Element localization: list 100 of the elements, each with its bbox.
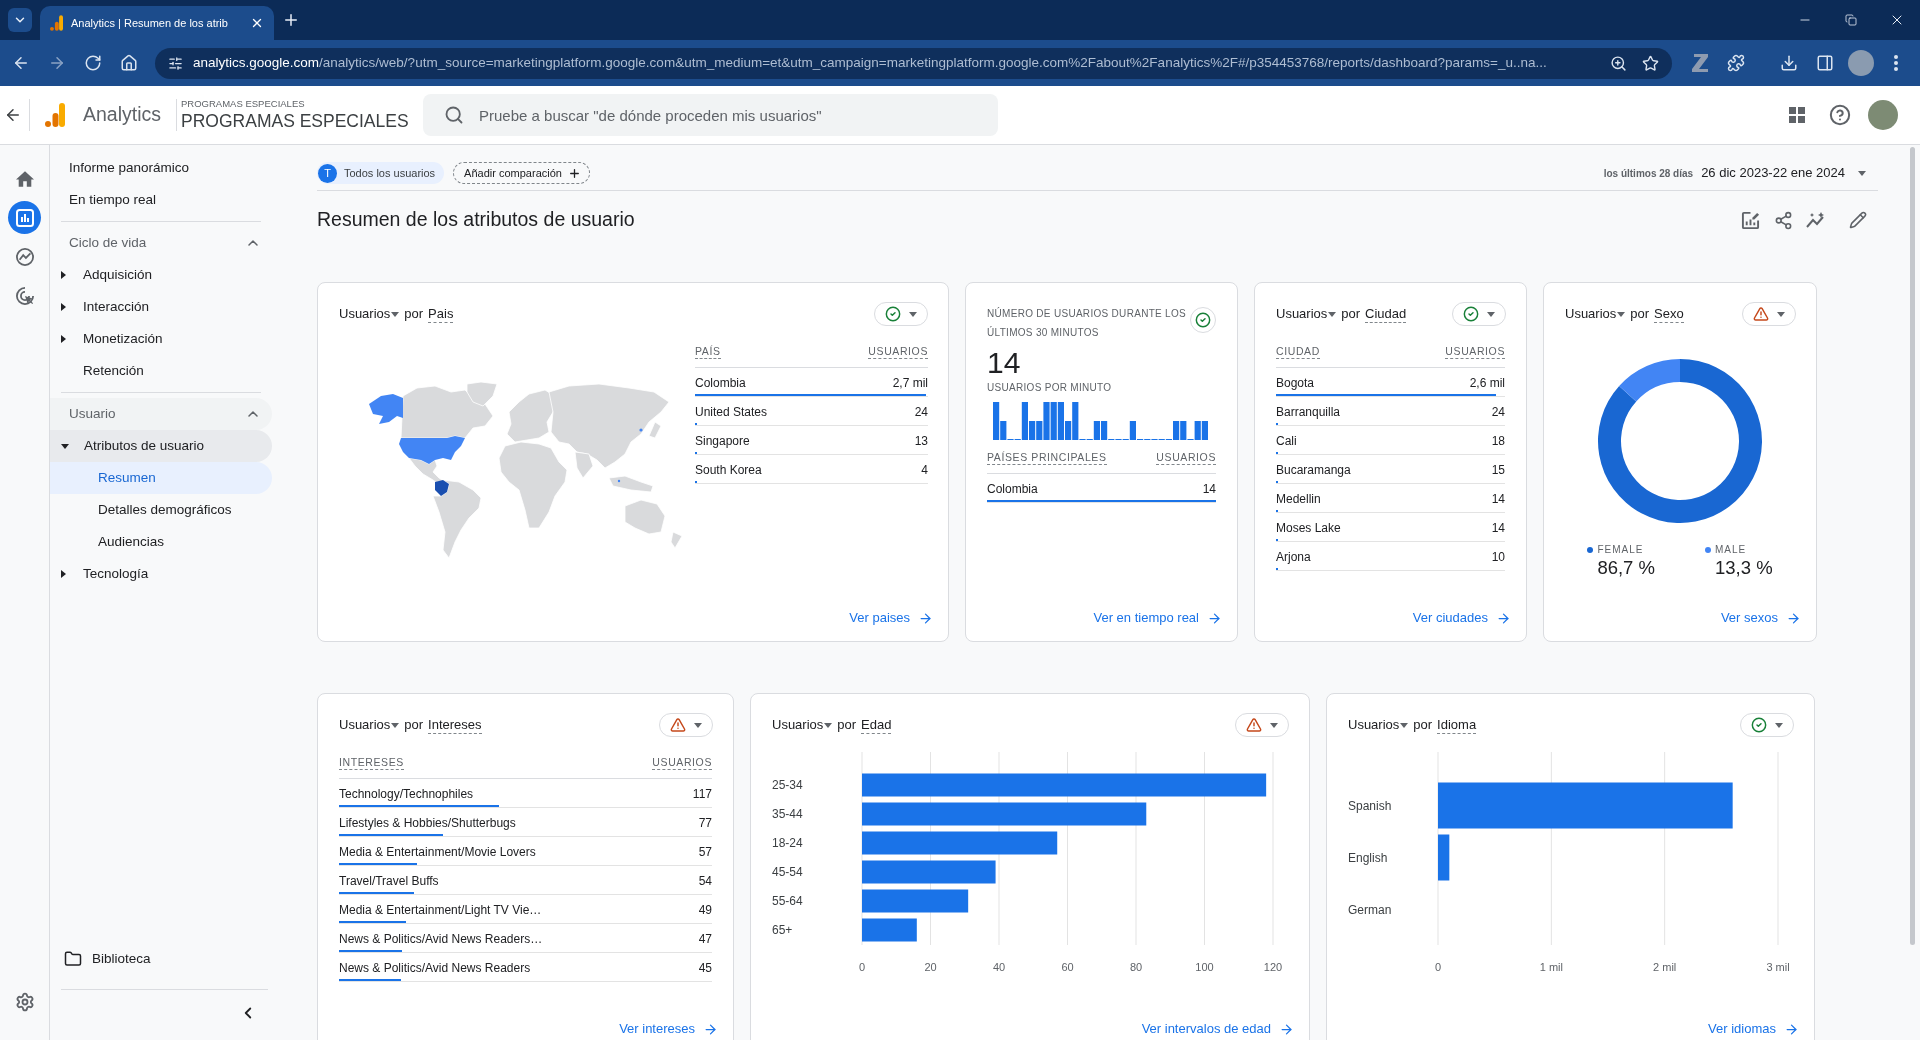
property-name[interactable]: PROGRAMAS ESPECIALES bbox=[181, 110, 409, 132]
title-text: por bbox=[837, 716, 857, 734]
column-header[interactable]: USUARIOS bbox=[1156, 450, 1216, 465]
nav-item[interactable]: Tecnología bbox=[50, 558, 272, 590]
view-link[interactable]: Ver sexos bbox=[1720, 610, 1801, 626]
view-link[interactable]: Ver en tiempo real bbox=[1093, 610, 1222, 626]
table-cell-text: 49 bbox=[698, 902, 712, 919]
metric-dropdown[interactable]: Usuarios bbox=[339, 716, 400, 734]
metric-dropdown[interactable]: Usuarios bbox=[1276, 305, 1337, 323]
dimension-link[interactable]: Intereses bbox=[428, 716, 482, 734]
axis-tick-label: 0 bbox=[1434, 961, 1442, 973]
column-header[interactable]: CIUDAD bbox=[1276, 344, 1320, 359]
scrollbar-thumb[interactable] bbox=[1910, 147, 1915, 945]
restore-icon bbox=[1845, 14, 1857, 26]
axis-tick-label: 120 bbox=[1263, 961, 1283, 973]
status-dropdown[interactable] bbox=[1742, 302, 1796, 326]
table-cell-text: 77 bbox=[698, 815, 712, 832]
axis-tick-label: 40 bbox=[992, 961, 1006, 973]
nav-item[interactable]: Resumen bbox=[50, 462, 272, 494]
table-cell-text: Colombia bbox=[695, 375, 746, 392]
dimension-link[interactable]: Idioma bbox=[1437, 716, 1477, 734]
axis-label: German bbox=[1348, 902, 1392, 917]
column-header[interactable]: USUARIOS bbox=[652, 755, 712, 770]
nav-item[interactable]: Interacción bbox=[50, 291, 272, 323]
view-link[interactable]: Ver idiomas bbox=[1708, 1021, 1799, 1037]
view-link[interactable]: Ver ciudades bbox=[1412, 610, 1511, 626]
tab-search-button[interactable] bbox=[8, 8, 32, 32]
view-link[interactable]: Ver intereses bbox=[619, 1021, 718, 1037]
column-header[interactable]: PAÍSES PRINCIPALES bbox=[987, 450, 1107, 465]
nav-item[interactable]: En tiempo real bbox=[50, 184, 272, 216]
caret-down-icon bbox=[1400, 722, 1409, 728]
browser-tab[interactable]: Analytics | Resumen de los atrib bbox=[40, 6, 274, 40]
column-header[interactable]: USUARIOS bbox=[1445, 344, 1505, 359]
nav-item[interactable]: Monetización bbox=[50, 323, 272, 355]
arrow-right-icon bbox=[1279, 1021, 1294, 1037]
nav-item[interactable]: Adquisición bbox=[50, 259, 272, 291]
chart-subtitle: USUARIOS POR MINUTO bbox=[987, 381, 1112, 395]
page-title: Resumen de los atributos de usuario bbox=[317, 207, 635, 233]
profile-avatar[interactable] bbox=[1848, 50, 1874, 76]
table-cell-text: Colombia bbox=[987, 481, 1038, 498]
column-header[interactable]: PAÍS bbox=[695, 344, 721, 359]
table-cell-text: United States bbox=[695, 404, 768, 421]
dimension-link[interactable]: Pais bbox=[428, 305, 454, 323]
dimension-link[interactable]: Ciudad bbox=[1365, 305, 1407, 323]
date-range-button[interactable]: 26 dic 2023-22 ene 2024 bbox=[1701, 163, 1866, 183]
dimension-link[interactable]: Edad bbox=[861, 716, 892, 734]
table-cell-text: Lifestyles & Hobbies/Shutterbugs bbox=[339, 815, 516, 832]
status-dropdown[interactable] bbox=[1740, 713, 1794, 737]
axis-tick-label: 20 bbox=[924, 961, 937, 973]
table-cell-text: Bucaramanga bbox=[1276, 462, 1351, 479]
table-cell-text: Barranquilla bbox=[1276, 404, 1341, 421]
account-name[interactable]: PROGRAMAS ESPECIALES bbox=[181, 98, 305, 110]
caret-down-icon bbox=[1858, 170, 1866, 176]
rail-button[interactable] bbox=[8, 201, 41, 234]
segment-avatar: T bbox=[318, 163, 337, 183]
nav-section-header[interactable]: Ciclo de vida bbox=[50, 227, 272, 259]
dimension-link[interactable]: Sexo bbox=[1654, 305, 1684, 323]
settings-icon bbox=[14, 991, 35, 1012]
status-dropdown[interactable] bbox=[1235, 713, 1289, 737]
address-bar[interactable] bbox=[155, 47, 1672, 79]
nav-item[interactable]: Informe panorámico bbox=[50, 152, 272, 184]
segment-chip[interactable]: T Todos los usuarios bbox=[317, 162, 445, 184]
table-cell-text: 2,7 mil bbox=[892, 375, 928, 392]
folder-icon bbox=[64, 950, 82, 968]
house-icon bbox=[15, 169, 34, 188]
column-header[interactable]: USUARIOS bbox=[868, 344, 928, 359]
table-cell-text: 14 bbox=[1491, 491, 1505, 508]
axis-label: Spanish bbox=[1348, 798, 1392, 813]
table-cell-text: Medellin bbox=[1276, 491, 1321, 508]
caret-down-icon bbox=[1777, 311, 1785, 317]
status-dropdown[interactable] bbox=[659, 713, 713, 737]
download-icon bbox=[1780, 54, 1798, 72]
nav-item[interactable]: Atributos de usuario bbox=[50, 430, 272, 462]
metric-dropdown[interactable]: Usuarios bbox=[1565, 305, 1626, 323]
view-link[interactable]: Ver intervalos de edad bbox=[1141, 1021, 1294, 1037]
status-dropdown[interactable] bbox=[1452, 302, 1506, 326]
search-field[interactable]: Pruebe a buscar "de dónde proceden mis usuarios" bbox=[423, 94, 999, 136]
side-panel-icon bbox=[1816, 54, 1834, 72]
table-cell-text: Arjona bbox=[1276, 549, 1311, 566]
nav-item[interactable]: Audiencias bbox=[50, 526, 272, 558]
nav-item[interactable]: Retención bbox=[50, 355, 272, 387]
metric-dropdown[interactable]: Usuarios bbox=[1348, 716, 1409, 734]
nav-section-header[interactable]: Usuario bbox=[50, 398, 272, 430]
tune-icon bbox=[167, 55, 183, 71]
caret-down-icon bbox=[391, 722, 400, 728]
metric-dropdown[interactable]: Usuarios bbox=[772, 716, 833, 734]
status-dropdown[interactable] bbox=[874, 302, 928, 326]
table-cell-text: 24 bbox=[914, 404, 928, 421]
metric-dropdown[interactable]: Usuarios bbox=[339, 305, 400, 323]
view-link[interactable]: Ver paises bbox=[849, 610, 933, 626]
search-icon bbox=[444, 105, 465, 125]
nav-item[interactable]: Biblioteca bbox=[50, 943, 272, 975]
date-range-caption: los últimos 28 días bbox=[1603, 166, 1694, 181]
nav-item[interactable]: Detalles demográficos bbox=[50, 494, 272, 526]
axis-tick-label: 0 bbox=[858, 961, 866, 973]
account-avatar[interactable] bbox=[1868, 100, 1898, 130]
legend-label: MALE bbox=[1715, 543, 1747, 557]
column-header[interactable]: INTERESES bbox=[339, 755, 404, 770]
axis-label: 55-64 bbox=[772, 894, 803, 908]
legend-value: 86,7 % bbox=[1596, 557, 1655, 579]
